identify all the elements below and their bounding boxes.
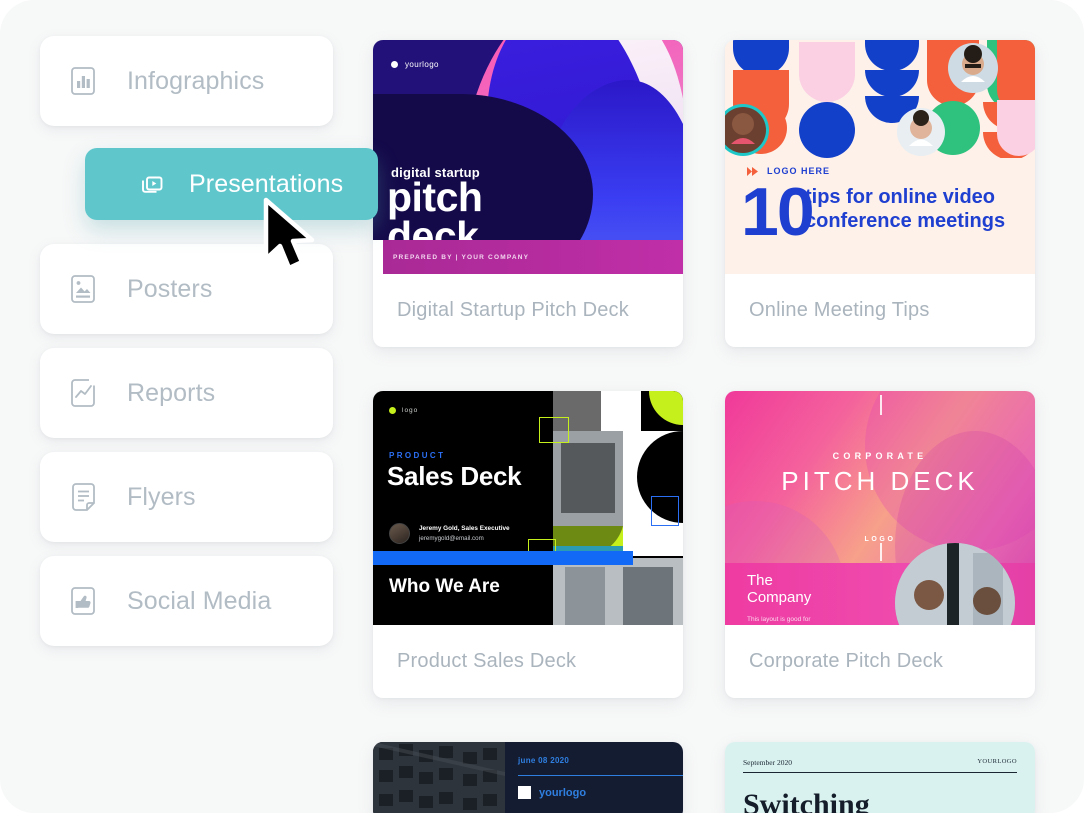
thumb-logo-label: yourlogo	[405, 60, 439, 69]
thumb-logo-label: logo	[402, 407, 419, 414]
template-thumbnail[interactable]: CORPORATE PITCH DECK LOGO The Company Th…	[725, 391, 1035, 625]
thumb-person: Jeremy Gold, Sales Executive jeremygold@…	[389, 523, 510, 544]
thumb-logo: logo	[389, 407, 418, 414]
sidebar-item-label: Flyers	[127, 482, 196, 511]
thumb-headline: tips for online video conference meeting…	[805, 186, 1006, 232]
sidebar-item-label: Reports	[127, 378, 216, 407]
template-card[interactable]: june 08 2020 yourlogo	[373, 742, 683, 813]
logo-dot-icon	[389, 407, 396, 414]
thumbs-up-icon	[66, 584, 100, 618]
template-card-title: Corporate Pitch Deck	[749, 650, 944, 672]
logo-dot-icon	[391, 61, 398, 68]
sidebar-item-social-media[interactable]: Social Media	[40, 556, 333, 646]
thumb-photo	[373, 742, 505, 813]
logo-square-icon	[518, 786, 531, 799]
thumb-band-subtext: This layout is good for	[747, 616, 811, 623]
sidebar-item-label: Infographics	[127, 66, 265, 95]
thumb-logo-label: yourlogo	[539, 786, 587, 799]
thumb-date: june 08 2020	[518, 756, 570, 765]
decorative-square	[651, 496, 679, 526]
thumb-band-line1: The	[747, 571, 773, 589]
sidebar-item-posters[interactable]: Posters	[40, 244, 333, 334]
template-thumbnail[interactable]: june 08 2020 yourlogo	[373, 742, 683, 813]
decorative-shapes-overlay	[725, 40, 1035, 156]
thumb-section-label: Who We Are	[389, 576, 500, 597]
template-card[interactable]: yourlogo digital startup pitch deck PREP…	[373, 40, 683, 347]
template-thumbnail[interactable]: logo PRODUCT Sales Deck Jeremy Gold, Sal…	[373, 391, 683, 625]
thumb-logo-label: LOGO	[864, 536, 896, 543]
template-card[interactable]: September 2020 YOURLOGO Switching	[725, 742, 1035, 813]
thumb-date: September 2020	[743, 758, 792, 767]
thumb-band-text: The Company	[747, 572, 811, 607]
category-sidebar: Infographics Posters Reports Flyers Soci…	[40, 36, 333, 660]
sidebar-item-reports[interactable]: Reports	[40, 348, 333, 438]
template-thumbnail[interactable]: yourlogo digital startup pitch deck PREP…	[373, 40, 683, 274]
thumb-headline: Sales Deck	[387, 461, 522, 491]
thumb-person-email: jeremygold@email.com	[419, 534, 484, 542]
line-chart-icon	[66, 376, 100, 410]
thumb-person-name: Jeremy Gold, Sales Executive	[419, 524, 510, 532]
thumb-kicker: CORPORATE	[832, 451, 928, 461]
decorative-strip	[373, 240, 383, 274]
decorative-tick	[880, 395, 882, 415]
divider	[743, 772, 1017, 773]
divider	[518, 775, 683, 776]
sidebar-item-label: Presentations	[189, 169, 344, 198]
document-icon	[66, 480, 100, 514]
decorative-bar	[373, 551, 633, 565]
template-card[interactable]: LOGO HERE 10 tips for online video confe…	[725, 40, 1035, 347]
template-grid: yourlogo digital startup pitch deck PREP…	[373, 40, 1035, 813]
decorative-tick	[880, 543, 882, 561]
thumb-logo-label: YOURLOGO	[977, 758, 1017, 765]
thumb-kicker: PRODUCT	[389, 451, 446, 460]
thumb-headline: PITCH DECK	[781, 466, 979, 496]
template-card-title: Online Meeting Tips	[749, 299, 930, 321]
template-card-title: Digital Startup Pitch Deck	[397, 299, 629, 321]
image-icon	[66, 272, 100, 306]
sidebar-item-label: Posters	[127, 274, 213, 303]
thumb-headline-line1: pitch	[387, 174, 483, 220]
decorative-square	[539, 417, 569, 443]
app-root: Infographics Posters Reports Flyers Soci…	[0, 0, 1084, 813]
sidebar-item-infographics[interactable]: Infographics	[40, 36, 333, 126]
thumb-number: 10	[741, 174, 815, 250]
bar-chart-icon	[66, 64, 100, 98]
presentation-icon	[137, 169, 167, 199]
thumb-footer-label: PREPARED BY | YOUR COMPANY	[393, 253, 530, 261]
avatar	[389, 523, 410, 544]
sidebar-item-presentations[interactable]: Presentations	[85, 148, 378, 220]
thumb-footer-band: PREPARED BY | YOUR COMPANY	[373, 240, 683, 274]
template-card[interactable]: logo PRODUCT Sales Deck Jeremy Gold, Sal…	[373, 391, 683, 698]
template-card[interactable]: CORPORATE PITCH DECK LOGO The Company Th…	[725, 391, 1035, 698]
sidebar-item-flyers[interactable]: Flyers	[40, 452, 333, 542]
thumb-headline: Switching	[743, 788, 870, 813]
template-card-title: Product Sales Deck	[397, 650, 577, 672]
thumb-logo: yourlogo	[391, 60, 439, 69]
template-thumbnail[interactable]: LOGO HERE 10 tips for online video confe…	[725, 40, 1035, 274]
thumb-logo: yourlogo	[518, 786, 586, 799]
sidebar-item-label: Social Media	[127, 586, 272, 615]
thumb-band-line2: Company	[747, 589, 812, 607]
template-thumbnail[interactable]: September 2020 YOURLOGO Switching	[725, 742, 1035, 813]
